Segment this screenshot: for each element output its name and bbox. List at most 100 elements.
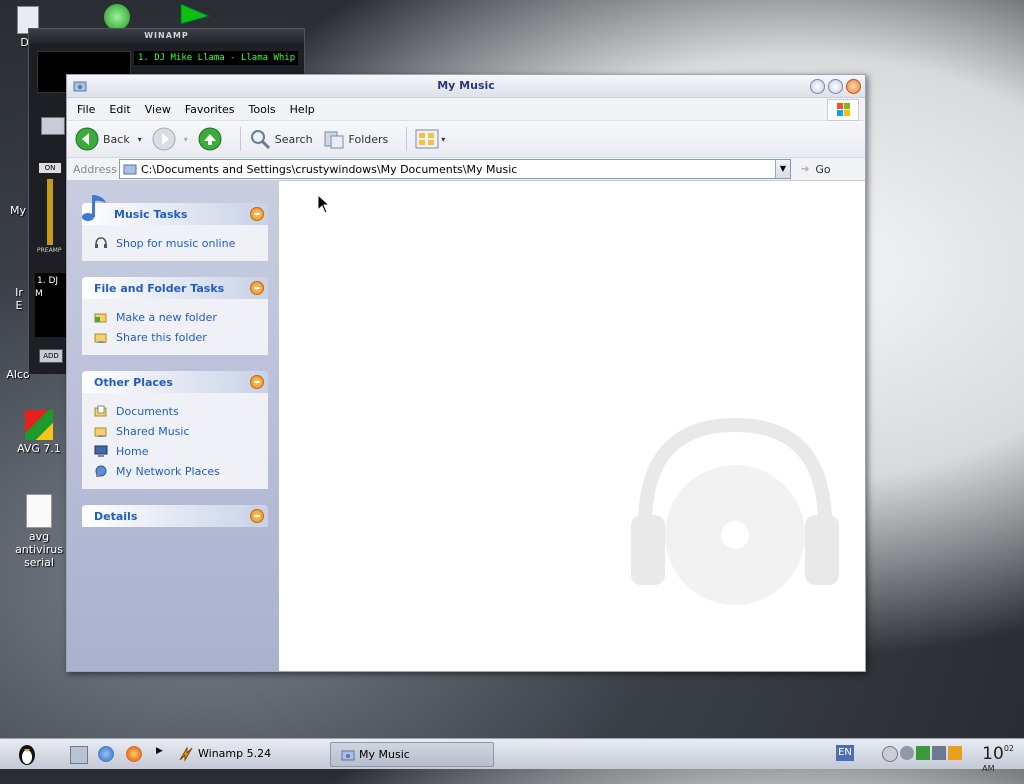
desktop-icon-my-computer[interactable]: My [6, 204, 30, 217]
toolbar-separator [239, 127, 241, 151]
other-places-header[interactable]: Other Places [82, 371, 268, 393]
clock-hour: 10 [982, 744, 1004, 764]
folders-button[interactable]: Folders [323, 128, 388, 150]
up-folder-button[interactable] [198, 127, 222, 151]
shared-music-link[interactable]: Shared Music [82, 421, 268, 441]
views-button[interactable]: ▾ [415, 129, 445, 149]
desktop-icon-label: Ir E [15, 286, 23, 312]
minimize-button[interactable] [810, 79, 825, 94]
desktop-icon-label: AVG 7.1 [17, 442, 61, 455]
my-network-places-link[interactable]: My Network Places [82, 461, 268, 481]
menu-bar: File Edit View Favorites Tools Help [67, 98, 865, 121]
taskbar-my-music-button[interactable]: My Music [330, 742, 494, 767]
menu-help[interactable]: Help [290, 103, 315, 116]
task-label: Share this folder [116, 330, 207, 344]
go-arrow-icon: ➔ [801, 163, 810, 175]
address-field[interactable]: C:\Documents and Settings\crustywindows\… [119, 159, 791, 179]
window-title: My Music [437, 79, 495, 92]
back-button[interactable]: Back ▾ [75, 127, 142, 151]
address-dropdown-button[interactable]: ▼ [775, 160, 790, 178]
make-new-folder-link[interactable]: Make a new folder [82, 307, 268, 327]
penguin-start-icon [19, 745, 35, 765]
network-globe-icon [95, 465, 107, 477]
music-tasks-title: Music Tasks [114, 208, 188, 221]
taskbar-task-label: Winamp 5.24 [198, 747, 272, 760]
views-icon [415, 129, 439, 149]
collapse-icon[interactable] [250, 207, 264, 221]
shared-music-folder-icon [94, 427, 107, 437]
documents-folder-icon [94, 405, 107, 417]
tray-winamp-icon[interactable] [948, 746, 962, 760]
winamp-playlist: 1. DJ M [35, 273, 67, 337]
details-header[interactable]: Details [82, 505, 268, 527]
green-sphere-icon [104, 4, 130, 30]
desktop-icon-internet-explorer[interactable]: Ir E [10, 286, 28, 312]
task-label: Home [116, 444, 149, 458]
go-button[interactable]: ➔ Go [801, 163, 831, 176]
forward-dropdown-icon[interactable]: ▾ [184, 135, 188, 144]
home-computer-icon [94, 445, 108, 457]
tray-settings-icon[interactable] [900, 746, 914, 760]
share-folder-link[interactable]: Share this folder [82, 327, 268, 347]
file-list-area[interactable] [280, 181, 865, 671]
desktop-icon-avg[interactable]: AVG 7.1 [14, 410, 64, 455]
tray-smiley-icon[interactable] [882, 746, 898, 762]
quicklaunch-ie[interactable] [98, 746, 114, 762]
search-icon [250, 130, 270, 150]
windows-logo-icon [827, 99, 859, 121]
documents-link[interactable]: Documents [82, 401, 268, 421]
views-dropdown-icon: ▾ [441, 134, 446, 144]
green-flag-icon [180, 3, 211, 25]
menu-view[interactable]: View [145, 103, 171, 116]
clock[interactable]: 1002 AM [982, 744, 1014, 784]
winamp-playlist-item[interactable]: 1. DJ M [35, 276, 58, 299]
back-dropdown-icon[interactable]: ▾ [138, 135, 142, 144]
menu-file[interactable]: File [77, 103, 95, 116]
winamp-prev-button[interactable] [41, 117, 65, 135]
menu-favorites[interactable]: Favorites [185, 103, 235, 116]
menu-edit[interactable]: Edit [109, 103, 130, 116]
tray-volume-icon[interactable] [932, 746, 946, 760]
avg-icon [25, 410, 53, 440]
new-folder-icon [94, 313, 107, 323]
collapse-icon[interactable] [250, 375, 264, 389]
start-button[interactable] [14, 742, 40, 766]
details-group: Details [82, 505, 268, 527]
collapse-icon[interactable] [250, 509, 264, 523]
folder-music-icon [341, 750, 355, 760]
back-arrow-icon [75, 127, 99, 151]
language-indicator[interactable]: EN [836, 745, 854, 761]
system-tray [882, 746, 962, 762]
taskbar-winamp-button[interactable]: Winamp 5.24 [178, 742, 318, 765]
desktop-icon-avg-serial[interactable]: avg antivirus serial [4, 494, 74, 569]
maximize-button[interactable] [828, 79, 843, 94]
quicklaunch-firefox[interactable] [126, 746, 142, 762]
forward-button[interactable]: ▾ [152, 127, 188, 151]
title-bar[interactable]: My Music [67, 75, 865, 98]
explorer-window[interactable]: My Music File Edit View Favorites Tools … [66, 74, 866, 672]
details-title: Details [94, 510, 138, 523]
winamp-eq-on-button[interactable]: ON [39, 163, 61, 173]
task-pane: Music Tasks Shop for music online File a… [67, 181, 279, 671]
file-folder-tasks-header[interactable]: File and Folder Tasks [82, 277, 268, 299]
home-link[interactable]: Home [82, 441, 268, 461]
task-label: Shop for music online [116, 236, 236, 250]
collapse-icon[interactable] [250, 281, 264, 295]
close-button[interactable] [846, 79, 861, 94]
toolbar: Back ▾ ▾ Search Folders ▾ [67, 121, 865, 158]
winamp-track-display: 1. DJ Mike Llama - Llama Whip [134, 51, 298, 65]
taskbar: ▶ Winamp 5.24 My Music EN 1002 AM [0, 738, 1024, 773]
tray-network-icon[interactable] [916, 746, 930, 760]
back-label: Back [103, 132, 130, 146]
address-label: Address [73, 162, 117, 176]
shop-music-online-link[interactable]: Shop for music online [82, 233, 268, 253]
quicklaunch-desktop[interactable] [70, 746, 88, 764]
winamp-preamp-slider[interactable] [47, 179, 53, 245]
quicklaunch-expand-icon[interactable]: ▶ [156, 746, 163, 756]
menu-tools[interactable]: Tools [249, 103, 276, 116]
folder-icon [123, 164, 137, 175]
winamp-titlebar[interactable]: WINAMP [29, 29, 304, 43]
search-button[interactable]: Search [249, 128, 313, 150]
winamp-add-button[interactable]: ADD [39, 349, 63, 363]
task-label: Documents [116, 404, 179, 418]
